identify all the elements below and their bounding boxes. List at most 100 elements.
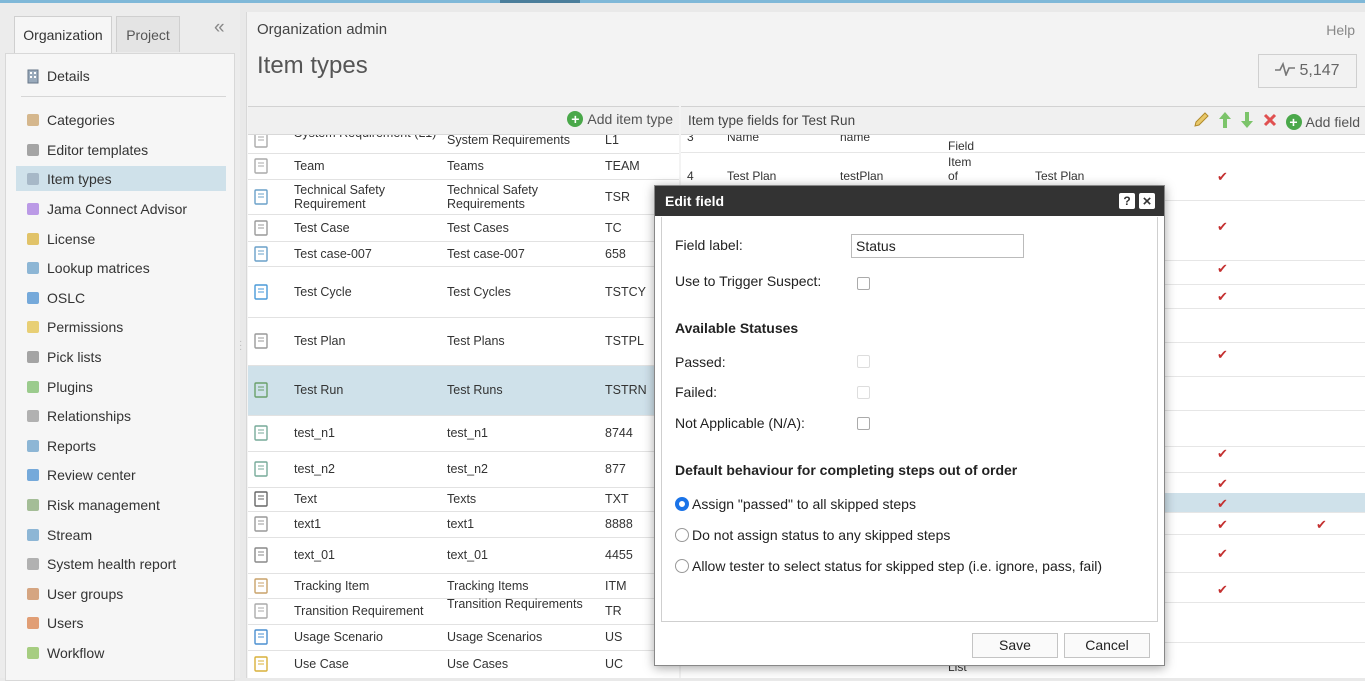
help-link[interactable]: Help	[1326, 22, 1355, 38]
trigger-suspect-checkbox[interactable]	[857, 277, 870, 290]
item-type-name: Transition Requirement	[294, 604, 424, 618]
passed-checkbox[interactable]	[857, 355, 870, 368]
nav-item-label: Plugins	[47, 378, 93, 395]
panel-resize-handle[interactable]: · · ·	[239, 337, 242, 355]
table-row[interactable]: Test Cycle Test Cycles TSTCY	[248, 267, 679, 318]
table-row[interactable]: Test Case Test Cases TC	[248, 215, 679, 242]
nav-item-plugins[interactable]: Plugins	[16, 374, 226, 399]
shield-icon	[24, 318, 42, 336]
nav-item-jama-connect-advisor[interactable]: Jama Connect Advisor	[16, 196, 226, 221]
edit-pencil-icon[interactable]	[1192, 111, 1210, 132]
item-type-icon	[253, 461, 269, 477]
checkmark-icon: ✔	[1217, 169, 1228, 184]
nav-item-users[interactable]: Users	[16, 610, 226, 635]
add-field-button[interactable]: + Add field	[1285, 113, 1360, 130]
table-row[interactable]: Test case-007 Test case-007 658	[248, 242, 679, 267]
add-icon: +	[567, 111, 584, 127]
add-field-label: Add field	[1305, 113, 1360, 130]
nav-item-label: Lookup matrices	[47, 259, 150, 276]
item-type-key: TSTRN	[605, 383, 647, 397]
item-type-plural: Use Cases	[447, 657, 509, 671]
radio-tester-select[interactable]	[675, 559, 689, 573]
checkmark-icon: ✔	[1217, 496, 1228, 511]
table-row[interactable]: text1 text1 8888	[248, 512, 679, 538]
not-applicable-label: Not Applicable (N/A):	[675, 415, 805, 431]
save-button[interactable]: Save	[972, 633, 1058, 658]
activity-counter-button[interactable]: 5,147	[1258, 54, 1357, 88]
radio-assign-passed[interactable]	[675, 497, 689, 511]
table-row[interactable]: Test Plan Test Plans TSTPL	[248, 318, 679, 366]
nav-item-license[interactable]: License	[16, 226, 226, 251]
item-type-name: Usage Scenario	[294, 630, 383, 644]
radio-no-status[interactable]	[675, 528, 689, 542]
nav-item-user-groups[interactable]: User groups	[16, 581, 226, 606]
user-icon	[24, 614, 42, 632]
table-row[interactable]: Text Texts TXT	[248, 488, 679, 512]
table-row[interactable]: Use Case Use Cases UC	[248, 651, 679, 678]
nav-item-relationships[interactable]: Relationships	[16, 403, 226, 428]
item-type-key: 658	[605, 247, 626, 261]
help-question-icon[interactable]: ?	[1119, 193, 1135, 209]
item-type-key: TR	[605, 604, 622, 618]
nav-item-workflow[interactable]: Workflow	[16, 640, 226, 665]
collapse-sidebar-icon[interactable]: «	[214, 17, 225, 39]
radio-tester-select-label[interactable]: Allow tester to select status for skippe…	[692, 558, 1102, 574]
tab-project[interactable]: Project	[116, 16, 180, 52]
nav-item-reports[interactable]: Reports	[16, 433, 226, 458]
nav-item-oslc[interactable]: OSLC	[16, 285, 226, 310]
item-type-icon	[253, 578, 269, 594]
table-row[interactable]: Transition Requirement Transition Require…	[248, 597, 679, 625]
nav-item-permissions[interactable]: Permissions	[16, 314, 226, 339]
cancel-button[interactable]: Cancel	[1064, 633, 1150, 658]
item-type-key: ITM	[605, 579, 627, 593]
checkmark-icon: ✔	[1217, 476, 1228, 491]
table-row[interactable]: Team Teams TEAM	[248, 154, 679, 180]
table-row[interactable]: text_01 text_01 4455	[248, 538, 679, 574]
close-icon[interactable]: ×	[1139, 193, 1155, 210]
checkmark-icon: ✔	[1217, 347, 1228, 362]
table-row[interactable]: Usage Scenario Usage Scenarios US	[248, 625, 679, 651]
item-type-name: Team	[294, 159, 325, 173]
table-row[interactable]: test_n1 test_n1 8744	[248, 416, 679, 452]
radio-assign-passed-label[interactable]: Assign "passed" to all skipped steps	[692, 496, 916, 512]
field-name: testPlan	[840, 169, 884, 183]
field-label-input[interactable]	[851, 234, 1024, 258]
table-row[interactable]: Technical Safety Requirement Technical Sa…	[248, 180, 679, 215]
item-type-name: Tracking Item	[294, 579, 370, 593]
nav-item-review-center[interactable]: Review center	[16, 462, 226, 487]
nav-item-categories[interactable]: Categories	[16, 107, 226, 132]
item-type-icon	[253, 220, 269, 236]
nav-item-item-types[interactable]: Item types	[16, 166, 226, 191]
nav-item-system-health-report[interactable]: System health report	[16, 551, 226, 576]
nav-item-lookup-matrices[interactable]: Lookup matrices	[16, 255, 226, 280]
breadcrumb[interactable]: Organization admin	[257, 21, 387, 38]
delete-x-icon[interactable]	[1262, 112, 1278, 131]
failed-checkbox[interactable]	[857, 386, 870, 399]
nav-item-label: Stream	[47, 526, 93, 543]
tag-icon	[24, 111, 42, 129]
tab-organization[interactable]: Organization	[14, 16, 112, 53]
nav-item-risk-management[interactable]: Risk management	[16, 492, 226, 517]
item-type-plural: text1	[447, 517, 475, 531]
behaviour-heading: Default behaviour for completing steps o…	[675, 462, 1018, 478]
move-down-arrow-icon[interactable]	[1240, 111, 1254, 132]
add-item-type-button[interactable]: + Add item type	[567, 111, 673, 127]
item-type-name: Test Run	[294, 383, 344, 397]
field-row[interactable]: 3 Name name Field	[681, 130, 1365, 153]
not-applicable-checkbox[interactable]	[857, 417, 870, 430]
radio-no-status-label[interactable]: Do not assign status to any skipped step…	[692, 527, 950, 543]
oslc-icon	[24, 289, 42, 307]
nav-item-editor-templates[interactable]: Editor templates	[16, 137, 226, 162]
table-row[interactable]: Test Run Test Runs TSTRN	[248, 366, 679, 416]
item-type-name: Use Case	[294, 657, 349, 671]
table-row[interactable]: test_n2 test_n2 877	[248, 452, 679, 488]
nav-item-details[interactable]: Details	[16, 63, 226, 88]
item-type-plural: Test Runs	[447, 383, 503, 397]
nav-item-stream[interactable]: Stream	[16, 522, 226, 547]
nav-item-pick-lists[interactable]: Pick lists	[16, 344, 226, 369]
table-row[interactable]: Tracking Item Tracking Items ITM	[248, 574, 679, 599]
item-type-icon	[253, 333, 269, 349]
advisor-icon	[24, 200, 42, 218]
move-up-arrow-icon[interactable]	[1218, 111, 1232, 132]
item-type-icon	[253, 425, 269, 441]
